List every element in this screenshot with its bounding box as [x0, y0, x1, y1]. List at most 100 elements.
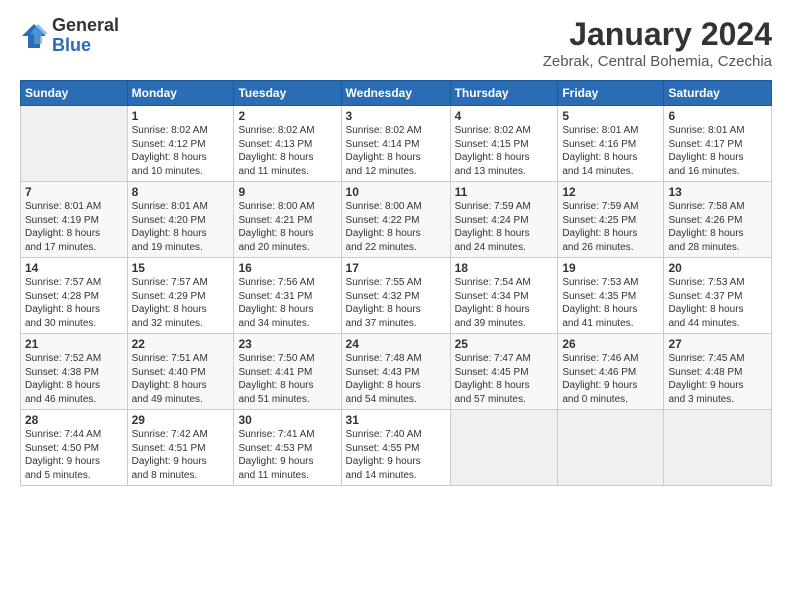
table-row: 27Sunrise: 7:45 AM Sunset: 4:48 PM Dayli…	[664, 334, 772, 410]
day-info: Sunrise: 7:50 AM Sunset: 4:41 PM Dayligh…	[238, 352, 336, 406]
day-info: Sunrise: 8:01 AM Sunset: 4:20 PM Dayligh…	[132, 200, 230, 254]
day-number: 20	[668, 261, 767, 275]
day-info: Sunrise: 7:55 AM Sunset: 4:32 PM Dayligh…	[346, 276, 446, 330]
day-number: 7	[25, 185, 123, 199]
day-number: 13	[668, 185, 767, 199]
day-number: 28	[25, 413, 123, 427]
table-row: 28Sunrise: 7:44 AM Sunset: 4:50 PM Dayli…	[21, 410, 128, 486]
logo-blue: Blue	[52, 36, 119, 56]
table-row: 11Sunrise: 7:59 AM Sunset: 4:24 PM Dayli…	[450, 182, 558, 258]
header-tuesday: Tuesday	[234, 81, 341, 106]
day-info: Sunrise: 8:02 AM Sunset: 4:13 PM Dayligh…	[238, 124, 336, 178]
logo-icon	[20, 22, 48, 50]
day-number: 19	[562, 261, 659, 275]
day-number: 24	[346, 337, 446, 351]
table-row: 30Sunrise: 7:41 AM Sunset: 4:53 PM Dayli…	[234, 410, 341, 486]
day-number: 8	[132, 185, 230, 199]
table-row: 2Sunrise: 8:02 AM Sunset: 4:13 PM Daylig…	[234, 106, 341, 182]
table-row: 20Sunrise: 7:53 AM Sunset: 4:37 PM Dayli…	[664, 258, 772, 334]
day-info: Sunrise: 8:02 AM Sunset: 4:14 PM Dayligh…	[346, 124, 446, 178]
table-row: 23Sunrise: 7:50 AM Sunset: 4:41 PM Dayli…	[234, 334, 341, 410]
day-number: 21	[25, 337, 123, 351]
table-row: 15Sunrise: 7:57 AM Sunset: 4:29 PM Dayli…	[127, 258, 234, 334]
title-block: January 2024 Zebrak, Central Bohemia, Cz…	[543, 16, 772, 70]
subtitle: Zebrak, Central Bohemia, Czechia	[543, 53, 772, 70]
day-info: Sunrise: 7:57 AM Sunset: 4:29 PM Dayligh…	[132, 276, 230, 330]
table-row: 9Sunrise: 8:00 AM Sunset: 4:21 PM Daylig…	[234, 182, 341, 258]
day-info: Sunrise: 7:41 AM Sunset: 4:53 PM Dayligh…	[238, 428, 336, 482]
table-row: 7Sunrise: 8:01 AM Sunset: 4:19 PM Daylig…	[21, 182, 128, 258]
day-number: 26	[562, 337, 659, 351]
day-info: Sunrise: 7:59 AM Sunset: 4:24 PM Dayligh…	[455, 200, 554, 254]
day-number: 3	[346, 109, 446, 123]
day-info: Sunrise: 8:02 AM Sunset: 4:12 PM Dayligh…	[132, 124, 230, 178]
header-thursday: Thursday	[450, 81, 558, 106]
page-header: General Blue January 2024 Zebrak, Centra…	[20, 16, 772, 70]
day-info: Sunrise: 7:56 AM Sunset: 4:31 PM Dayligh…	[238, 276, 336, 330]
day-number: 14	[25, 261, 123, 275]
table-row: 5Sunrise: 8:01 AM Sunset: 4:16 PM Daylig…	[558, 106, 664, 182]
table-row: 17Sunrise: 7:55 AM Sunset: 4:32 PM Dayli…	[341, 258, 450, 334]
table-row: 29Sunrise: 7:42 AM Sunset: 4:51 PM Dayli…	[127, 410, 234, 486]
day-number: 25	[455, 337, 554, 351]
calendar-week-row: 21Sunrise: 7:52 AM Sunset: 4:38 PM Dayli…	[21, 334, 772, 410]
day-info: Sunrise: 8:00 AM Sunset: 4:22 PM Dayligh…	[346, 200, 446, 254]
day-info: Sunrise: 8:00 AM Sunset: 4:21 PM Dayligh…	[238, 200, 336, 254]
day-info: Sunrise: 8:01 AM Sunset: 4:19 PM Dayligh…	[25, 200, 123, 254]
day-number: 11	[455, 185, 554, 199]
day-info: Sunrise: 7:45 AM Sunset: 4:48 PM Dayligh…	[668, 352, 767, 406]
day-info: Sunrise: 8:02 AM Sunset: 4:15 PM Dayligh…	[455, 124, 554, 178]
table-row: 3Sunrise: 8:02 AM Sunset: 4:14 PM Daylig…	[341, 106, 450, 182]
table-row: 16Sunrise: 7:56 AM Sunset: 4:31 PM Dayli…	[234, 258, 341, 334]
day-number: 22	[132, 337, 230, 351]
calendar-week-row: 14Sunrise: 7:57 AM Sunset: 4:28 PM Dayli…	[21, 258, 772, 334]
main-title: January 2024	[543, 16, 772, 53]
table-row: 14Sunrise: 7:57 AM Sunset: 4:28 PM Dayli…	[21, 258, 128, 334]
day-info: Sunrise: 7:53 AM Sunset: 4:35 PM Dayligh…	[562, 276, 659, 330]
table-row: 19Sunrise: 7:53 AM Sunset: 4:35 PM Dayli…	[558, 258, 664, 334]
logo-text: General Blue	[52, 16, 119, 56]
day-number: 16	[238, 261, 336, 275]
day-info: Sunrise: 7:48 AM Sunset: 4:43 PM Dayligh…	[346, 352, 446, 406]
day-number: 15	[132, 261, 230, 275]
day-number: 23	[238, 337, 336, 351]
logo-general: General	[52, 16, 119, 36]
day-number: 12	[562, 185, 659, 199]
day-number: 31	[346, 413, 446, 427]
header-sunday: Sunday	[21, 81, 128, 106]
table-row: 21Sunrise: 7:52 AM Sunset: 4:38 PM Dayli…	[21, 334, 128, 410]
table-row: 12Sunrise: 7:59 AM Sunset: 4:25 PM Dayli…	[558, 182, 664, 258]
table-row: 25Sunrise: 7:47 AM Sunset: 4:45 PM Dayli…	[450, 334, 558, 410]
table-row: 10Sunrise: 8:00 AM Sunset: 4:22 PM Dayli…	[341, 182, 450, 258]
header-wednesday: Wednesday	[341, 81, 450, 106]
day-number: 9	[238, 185, 336, 199]
header-friday: Friday	[558, 81, 664, 106]
calendar-week-row: 7Sunrise: 8:01 AM Sunset: 4:19 PM Daylig…	[21, 182, 772, 258]
day-info: Sunrise: 7:52 AM Sunset: 4:38 PM Dayligh…	[25, 352, 123, 406]
day-info: Sunrise: 7:47 AM Sunset: 4:45 PM Dayligh…	[455, 352, 554, 406]
table-row	[450, 410, 558, 486]
logo: General Blue	[20, 16, 119, 56]
day-number: 10	[346, 185, 446, 199]
table-row: 31Sunrise: 7:40 AM Sunset: 4:55 PM Dayli…	[341, 410, 450, 486]
table-row: 4Sunrise: 8:02 AM Sunset: 4:15 PM Daylig…	[450, 106, 558, 182]
header-saturday: Saturday	[664, 81, 772, 106]
table-row: 6Sunrise: 8:01 AM Sunset: 4:17 PM Daylig…	[664, 106, 772, 182]
table-row: 18Sunrise: 7:54 AM Sunset: 4:34 PM Dayli…	[450, 258, 558, 334]
day-number: 17	[346, 261, 446, 275]
table-row: 26Sunrise: 7:46 AM Sunset: 4:46 PM Dayli…	[558, 334, 664, 410]
day-info: Sunrise: 7:40 AM Sunset: 4:55 PM Dayligh…	[346, 428, 446, 482]
calendar: Sunday Monday Tuesday Wednesday Thursday…	[20, 80, 772, 486]
table-row: 13Sunrise: 7:58 AM Sunset: 4:26 PM Dayli…	[664, 182, 772, 258]
day-number: 18	[455, 261, 554, 275]
table-row: 1Sunrise: 8:02 AM Sunset: 4:12 PM Daylig…	[127, 106, 234, 182]
calendar-week-row: 28Sunrise: 7:44 AM Sunset: 4:50 PM Dayli…	[21, 410, 772, 486]
day-number: 1	[132, 109, 230, 123]
table-row	[21, 106, 128, 182]
table-row	[558, 410, 664, 486]
header-monday: Monday	[127, 81, 234, 106]
day-number: 6	[668, 109, 767, 123]
day-number: 4	[455, 109, 554, 123]
day-number: 29	[132, 413, 230, 427]
day-number: 2	[238, 109, 336, 123]
